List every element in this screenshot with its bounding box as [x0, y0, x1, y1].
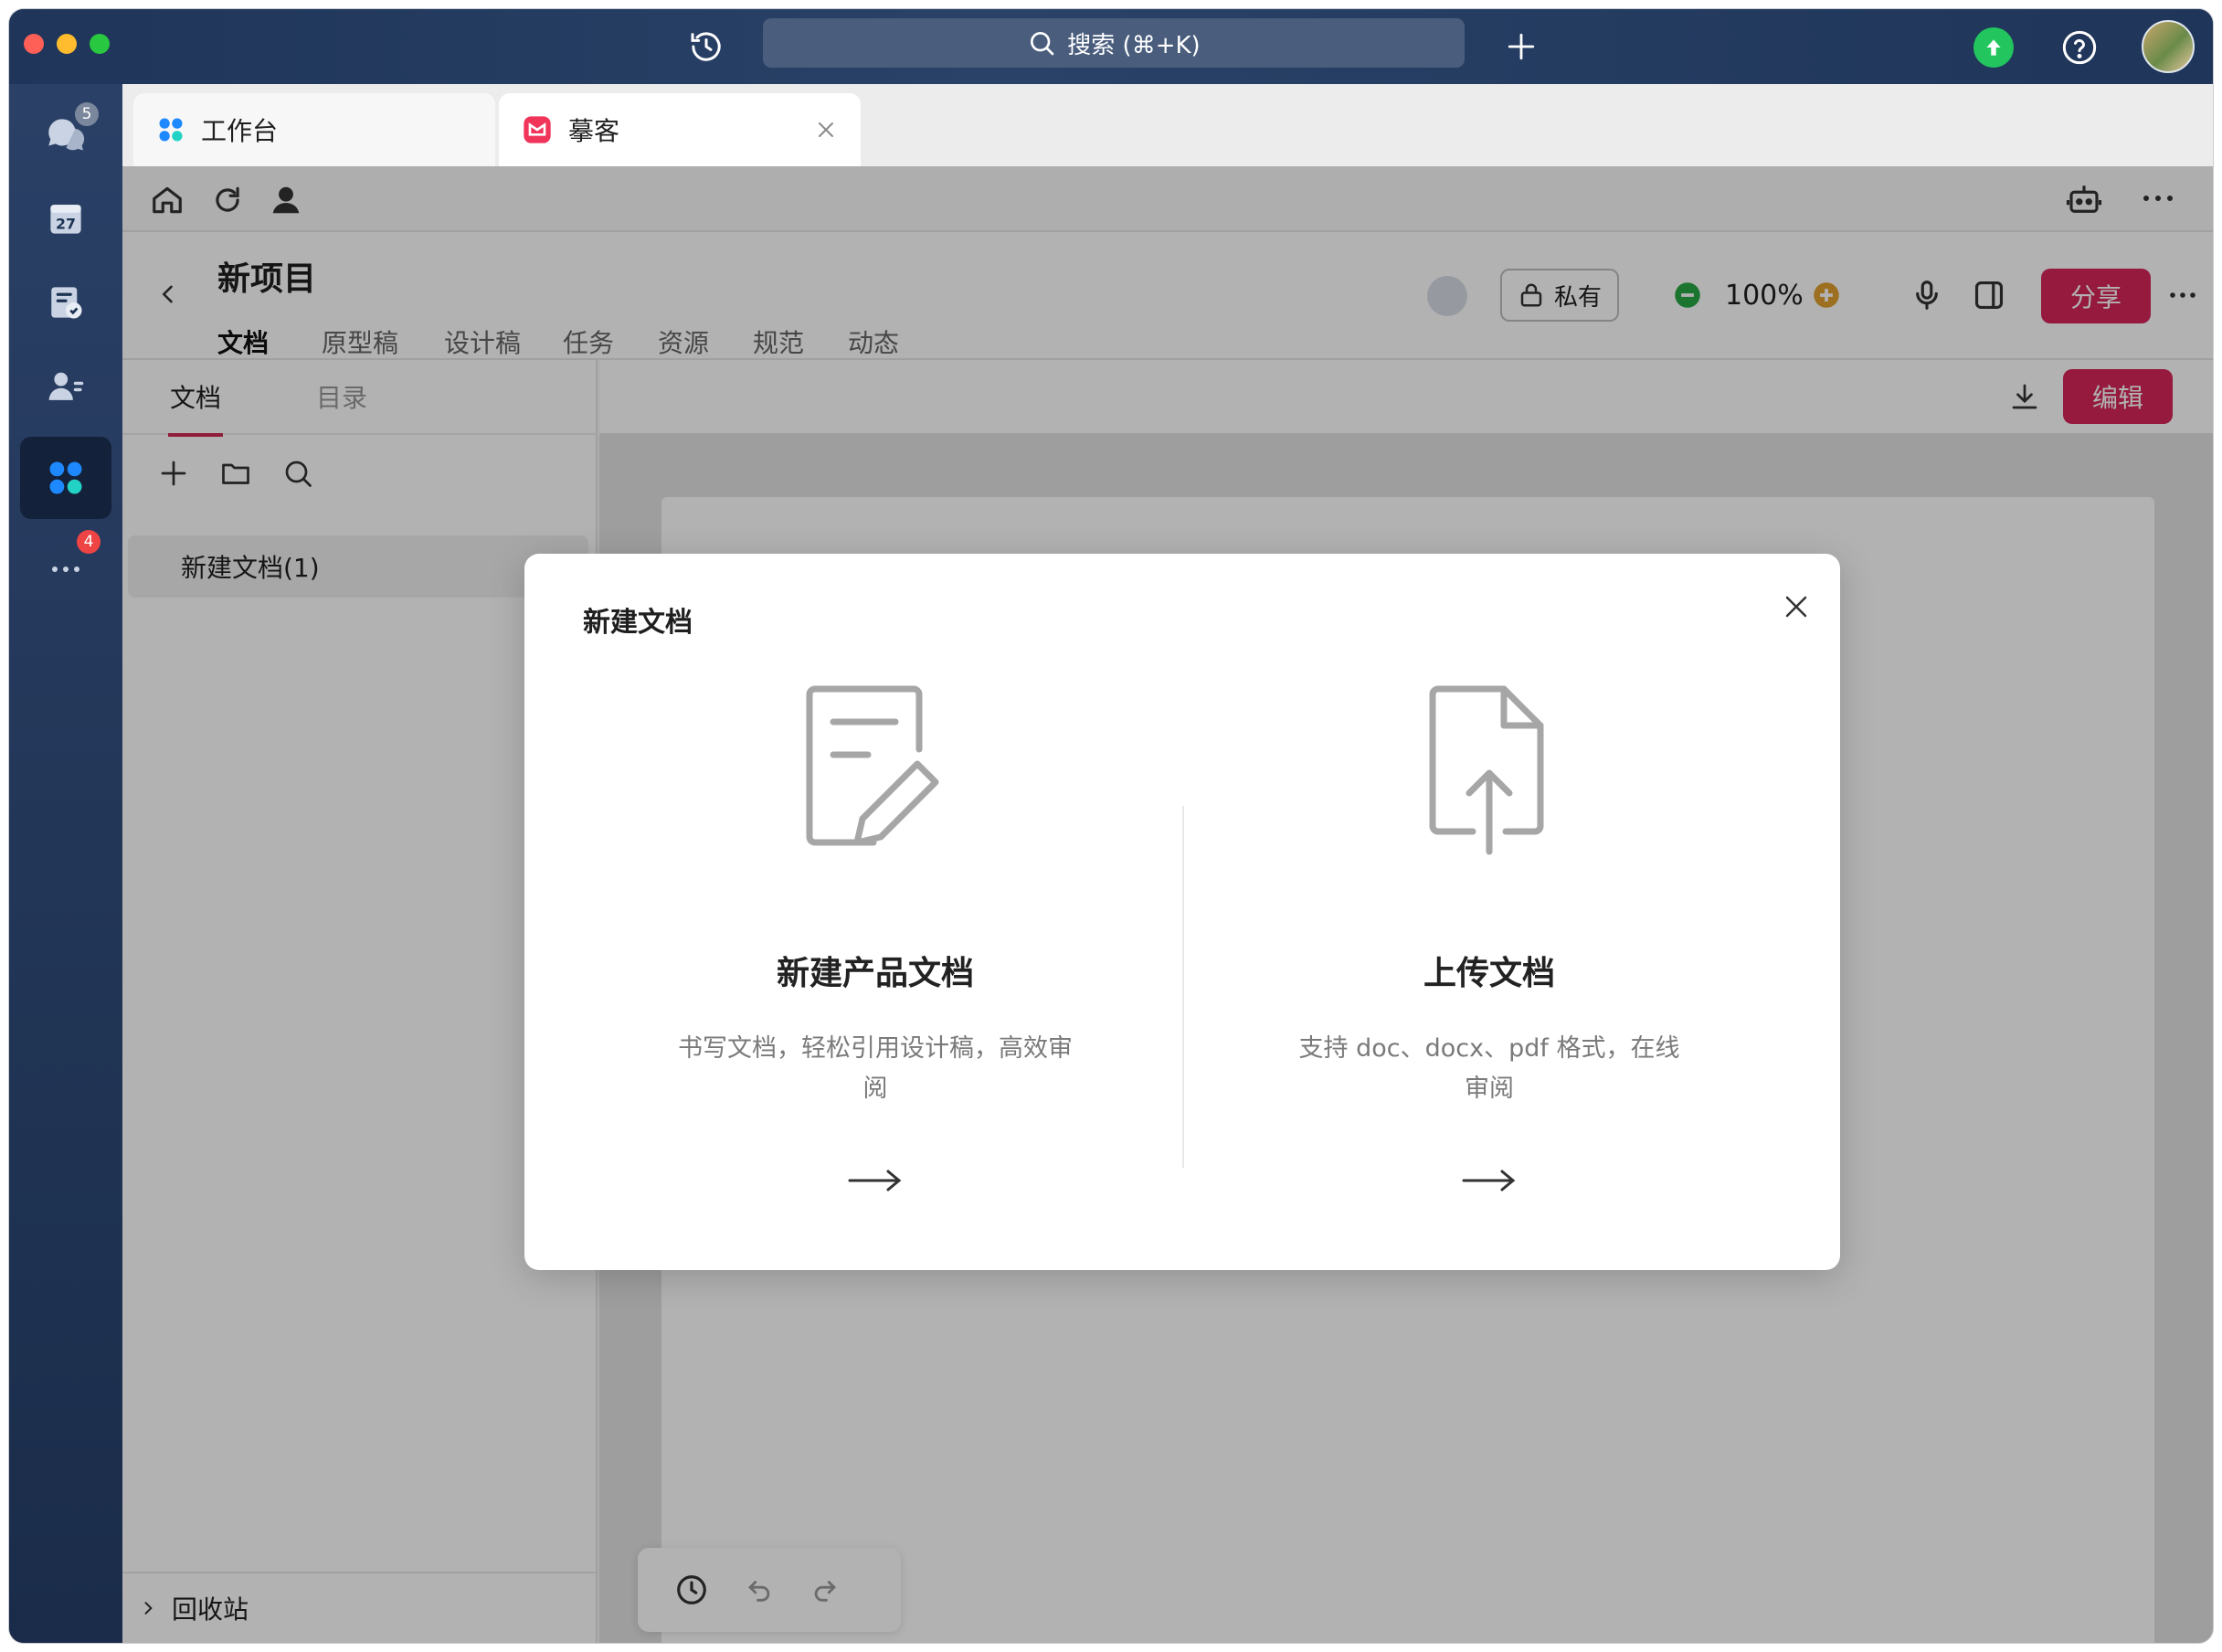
- arrow-right-icon[interactable]: [1197, 1168, 1782, 1193]
- close-tab-icon[interactable]: [815, 119, 837, 141]
- rail-approvals[interactable]: [20, 261, 111, 344]
- minimize-window-button[interactable]: [57, 34, 77, 54]
- workbench-grid-icon: [49, 461, 82, 494]
- upload-doc-card[interactable]: 上传文档 支持 doc、docx、pdf 格式，在线审阅: [1197, 554, 1782, 1270]
- create-product-doc-card[interactable]: 新建产品文档 书写文档，轻松引用设计稿，高效审阅: [583, 554, 1168, 1270]
- modal-divider: [1182, 806, 1184, 1168]
- left-rail: 5 27 4: [9, 84, 122, 1643]
- rail-calendar[interactable]: 27: [20, 177, 111, 259]
- card-icon-wrap: [1197, 682, 1782, 864]
- card-description: 书写文档，轻松引用设计稿，高效审阅: [678, 1034, 1073, 1103]
- workbench-grid-icon: [159, 118, 183, 142]
- rail-messages[interactable]: 5: [20, 93, 111, 175]
- card-description: 支持 doc、docx、pdf 格式，在线审阅: [1298, 1034, 1680, 1103]
- search-bar[interactable]: 搜索 (⌘+K): [763, 18, 1465, 68]
- tab-label: 摹客: [568, 116, 620, 146]
- contacts-icon: [48, 372, 84, 400]
- help-icon[interactable]: [2059, 27, 2100, 68]
- rail-contacts[interactable]: [20, 345, 111, 428]
- search-placeholder: 搜索 (⌘+K): [1067, 31, 1201, 59]
- new-tab-plus-icon[interactable]: [1500, 26, 1542, 68]
- close-window-button[interactable]: [24, 34, 44, 54]
- mockplus-logo-icon: [524, 116, 551, 143]
- approval-doc-icon: [51, 287, 82, 319]
- card-icon-wrap: [583, 682, 1168, 864]
- new-doc-modal: 新建文档 新建产品文档 书写文档，轻松引用设计稿，高效审阅 上传文档 支持 do…: [524, 554, 1840, 1270]
- tab-bar: 工作台 摹客: [122, 84, 2213, 166]
- title-bar: 搜索 (⌘+K): [9, 9, 2213, 84]
- messages-badge: 5: [75, 102, 99, 126]
- arrow-right-icon[interactable]: [583, 1168, 1168, 1193]
- user-avatar[interactable]: [2142, 20, 2195, 73]
- calendar-icon: 27: [50, 205, 81, 234]
- edit-document-icon: [806, 685, 939, 846]
- card-title: 新建产品文档: [776, 955, 974, 992]
- more-dots-icon: [52, 567, 79, 572]
- upload-document-icon: [1429, 685, 1544, 855]
- rail-workbench[interactable]: [20, 437, 111, 519]
- rail-more[interactable]: 4: [20, 524, 111, 607]
- modal-close-icon[interactable]: [1778, 588, 1815, 625]
- search-icon: [1031, 32, 1054, 56]
- tab-workbench[interactable]: 工作台: [133, 93, 495, 166]
- tab-mockplus[interactable]: 摹客: [499, 93, 861, 166]
- app-window: 搜索 (⌘+K) 5 27 4 工作台 摹客 新项目 文档 原型稿 设计稿 任务…: [9, 9, 2213, 1643]
- more-badge: 4: [77, 530, 101, 554]
- calendar-day: 27: [56, 215, 76, 232]
- card-title: 上传文档: [1423, 955, 1555, 992]
- upgrade-icon[interactable]: [1973, 27, 2014, 68]
- tab-label: 工作台: [201, 116, 279, 146]
- maximize-window-button[interactable]: [90, 34, 110, 54]
- history-icon[interactable]: [685, 26, 727, 68]
